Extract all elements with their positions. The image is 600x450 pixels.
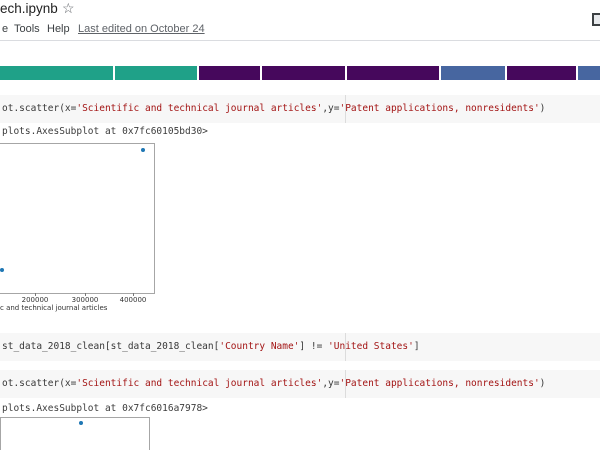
code-token: ] <box>413 341 420 352</box>
x-tick-label: 200000 <box>21 296 49 304</box>
x-axis-label: c and technical journal articles <box>0 304 108 312</box>
code-token: ) <box>539 103 546 114</box>
string-token: 'United States' <box>328 341 414 352</box>
string-token: 'Country Name' <box>219 341 300 352</box>
menu-item-help[interactable]: Help <box>47 23 70 35</box>
menu-item-truncated[interactable]: e <box>2 23 8 35</box>
string-token: 'Patent applications, nonresidents' <box>339 103 540 114</box>
code-line: ot.scatter(x='Scientific and technical j… <box>2 378 545 389</box>
truncated-toolbar-icon[interactable] <box>592 13 600 26</box>
star-icon[interactable]: ☆ <box>62 0 75 17</box>
code-cell-3[interactable]: ot.scatter(x='Scientific and technical j… <box>0 370 600 398</box>
code-token: ] != <box>299 341 329 352</box>
code-cell-1[interactable]: ot.scatter(x='Scientific and technical j… <box>0 95 600 123</box>
scatter-point <box>0 268 4 272</box>
color-strip-plot-output <box>0 66 600 80</box>
code-cell-2[interactable]: st_data_2018_clean[st_data_2018_clean['C… <box>0 333 600 361</box>
code-token: ot.scatter(x= <box>2 378 77 389</box>
menu-item-tools[interactable]: Tools <box>14 23 40 35</box>
strip-segment <box>199 66 260 80</box>
code-token: st_data_2018_clean[st_data_2018_clean[ <box>2 341 220 352</box>
code-line: st_data_2018_clean[st_data_2018_clean['C… <box>2 341 420 352</box>
x-tick-label: 400000 <box>119 296 147 304</box>
string-token: 'Patent applications, nonresidents' <box>339 378 540 389</box>
colab-notebook-window: ech.ipynb ☆ e Tools Help Last edited on … <box>0 0 600 450</box>
strip-segment <box>507 66 576 80</box>
x-tick-label: 300000 <box>71 296 99 304</box>
scatter-point <box>141 148 145 152</box>
strip-segment <box>578 66 600 80</box>
scatter-point <box>79 421 83 425</box>
cell-output-repr: plots.AxesSubplot at 0x7fc6016a7978> <box>2 403 208 414</box>
scatter-plot-1 <box>0 143 155 294</box>
strip-segment <box>115 66 197 80</box>
code-token: ot.scatter(x= <box>2 103 77 114</box>
code-token: ,y= <box>322 378 340 389</box>
notebook-title[interactable]: ech.ipynb <box>0 1 58 16</box>
strip-segment <box>441 66 505 80</box>
last-edited-link[interactable]: Last edited on October 24 <box>78 23 205 35</box>
code-token: ,y= <box>322 103 340 114</box>
strip-segment <box>347 66 439 80</box>
string-token: 'Scientific and technical journal articl… <box>76 378 323 389</box>
strip-segment <box>0 66 113 80</box>
strip-segment <box>262 66 345 80</box>
code-token: ) <box>539 378 546 389</box>
code-line: ot.scatter(x='Scientific and technical j… <box>2 103 545 114</box>
scatter-plot-2 <box>0 417 150 450</box>
string-token: 'Scientific and technical journal articl… <box>76 103 323 114</box>
header-divider <box>0 40 600 41</box>
cell-output-repr: plots.AxesSubplot at 0x7fc60105bd30> <box>2 126 208 137</box>
